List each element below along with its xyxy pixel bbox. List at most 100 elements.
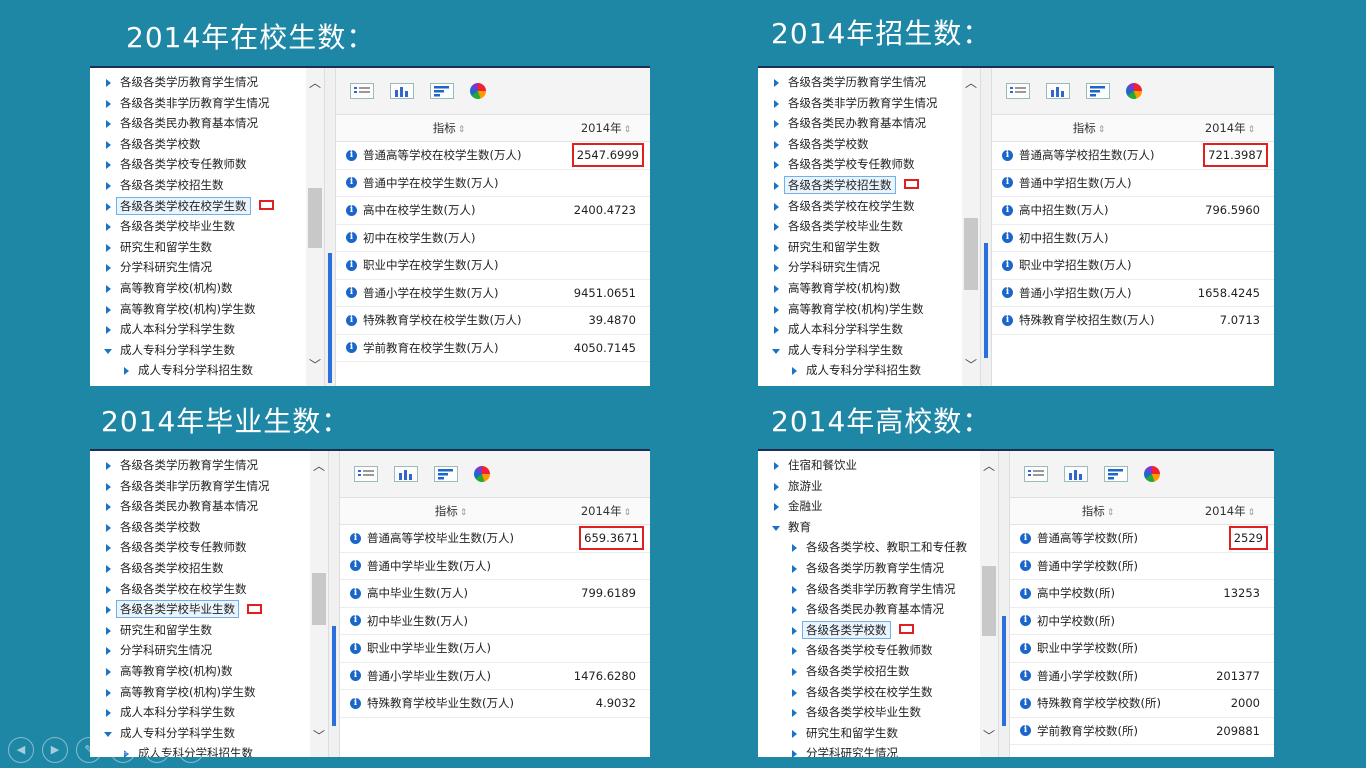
tree-item[interactable]: 研究生和留学生数	[90, 620, 328, 641]
tree-item[interactable]: 金融业	[758, 496, 998, 517]
scroll-up-icon[interactable]: ︿	[313, 460, 325, 472]
expanded-arrow-icon[interactable]	[104, 348, 112, 354]
pie-chart-icon[interactable]	[470, 83, 486, 99]
tree-item[interactable]: 各级各类学校专任教师数	[90, 154, 324, 175]
tree-item[interactable]: 各级各类民办教育基本情况	[758, 113, 980, 134]
tree-item[interactable]: 教育	[758, 517, 998, 538]
collapsed-arrow-icon[interactable]	[106, 161, 111, 170]
collapsed-arrow-icon[interactable]	[106, 585, 111, 594]
tree-item[interactable]: 各级各类非学历教育学生情况	[758, 579, 998, 600]
tree-item-selected[interactable]: 各级各类学校招生数	[758, 175, 980, 196]
tree-item[interactable]: 高等教育学校(机构)学生数	[90, 682, 328, 703]
collapsed-arrow-icon[interactable]	[774, 326, 779, 335]
collapsed-arrow-icon[interactable]	[792, 688, 797, 697]
collapsed-arrow-icon[interactable]	[106, 544, 111, 553]
tree-item[interactable]: 各级各类学校数	[90, 134, 324, 155]
bar-chart-icon[interactable]	[1046, 83, 1070, 99]
tree-item[interactable]: 各级各类学校专任教师数	[90, 537, 328, 558]
info-icon[interactable]: i	[346, 177, 357, 189]
tree-item[interactable]: 各级各类学校专任教师数	[758, 154, 980, 175]
list-view-icon[interactable]	[1024, 466, 1048, 482]
next-slide-icon[interactable]: ▶	[42, 737, 68, 763]
bar-chart-icon[interactable]	[394, 466, 418, 482]
scroll-down-icon[interactable]: ﹀	[983, 730, 995, 742]
tree-item[interactable]: 各级各类学校数	[90, 517, 328, 538]
table-row[interactable]: i 普通高等学校在校学生数(万人) 2547.6999	[336, 142, 650, 170]
tree-item[interactable]: 各级各类学历教育学生情况	[90, 455, 328, 476]
table-row[interactable]: i 职业中学招生数(万人)	[992, 252, 1274, 280]
splitter-handle[interactable]	[984, 243, 988, 358]
tree-item[interactable]: 各级各类学历教育学生情况	[758, 72, 980, 93]
tree-item[interactable]: 成人专科分学科招生数	[90, 360, 324, 381]
collapsed-arrow-icon[interactable]	[774, 503, 779, 512]
sort-icon[interactable]: ⇕	[458, 125, 466, 135]
splitter-handle[interactable]	[332, 626, 336, 726]
tree-scrollbar[interactable]: ︿ ﹀	[980, 451, 998, 757]
collapsed-arrow-icon[interactable]	[792, 606, 797, 615]
info-icon[interactable]: i	[350, 560, 361, 572]
table-row[interactable]: i 高中学校数(所) 13253	[1010, 580, 1274, 608]
tree-item[interactable]: 各级各类学历教育学生情况	[758, 558, 998, 579]
horizontal-bar-icon[interactable]	[1104, 466, 1128, 482]
table-row[interactable]: i 初中在校学生数(万人)	[336, 225, 650, 252]
expanded-arrow-icon[interactable]	[772, 348, 780, 354]
collapsed-arrow-icon[interactable]	[774, 79, 779, 87]
info-icon[interactable]: i	[346, 287, 357, 299]
scroll-down-icon[interactable]: ﹀	[965, 359, 977, 371]
collapsed-arrow-icon[interactable]	[106, 120, 111, 129]
column-header-year[interactable]: 2014年 ⇕	[562, 503, 650, 519]
expanded-arrow-icon[interactable]	[772, 525, 780, 531]
scroll-thumb[interactable]	[312, 573, 326, 625]
collapsed-arrow-icon[interactable]	[106, 667, 111, 676]
tree-item[interactable]: 分学科研究生情况	[758, 743, 998, 757]
collapsed-arrow-icon[interactable]	[774, 99, 779, 108]
table-row[interactable]: i 普通中学毕业生数(万人)	[340, 553, 650, 580]
scroll-thumb[interactable]	[982, 566, 996, 636]
collapsed-arrow-icon[interactable]	[774, 243, 779, 252]
collapsed-arrow-icon[interactable]	[106, 264, 111, 273]
tree-item[interactable]: 各级各类学校、教职工和专任教	[758, 537, 998, 558]
list-view-icon[interactable]	[1006, 83, 1030, 99]
sort-icon[interactable]: ⇕	[1248, 508, 1256, 518]
tree-item[interactable]: 高等教育学校(机构)数	[758, 278, 980, 299]
tree-item[interactable]: 各级各类学校毕业生数	[758, 216, 980, 237]
pane-splitter[interactable]	[980, 68, 992, 386]
collapsed-arrow-icon[interactable]	[792, 667, 797, 676]
collapsed-arrow-icon[interactable]	[792, 647, 797, 656]
collapsed-arrow-icon[interactable]	[106, 284, 111, 293]
tree-item[interactable]: 成人本科分学科学生数	[90, 702, 328, 723]
scroll-up-icon[interactable]: ︿	[309, 77, 321, 89]
info-icon[interactable]: i	[346, 342, 357, 354]
collapsed-arrow-icon[interactable]	[774, 482, 779, 491]
collapsed-arrow-icon[interactable]	[792, 626, 797, 635]
tree-item[interactable]: 成人本科分学科学生数	[758, 319, 980, 340]
collapsed-arrow-icon[interactable]	[774, 140, 779, 149]
table-row[interactable]: i 普通小学学校数(所) 201377	[1010, 663, 1274, 690]
sort-icon[interactable]: ⇕	[1248, 125, 1256, 135]
collapsed-arrow-icon[interactable]	[774, 305, 779, 314]
table-row[interactable]: i 职业中学毕业生数(万人)	[340, 635, 650, 663]
horizontal-bar-icon[interactable]	[430, 83, 454, 99]
pie-chart-icon[interactable]	[1144, 466, 1160, 482]
table-row[interactable]: i 特殊教育学校毕业生数(万人) 4.9032	[340, 690, 650, 718]
zoom-icon[interactable]: ⊕	[144, 737, 170, 763]
info-icon[interactable]: i	[1020, 615, 1031, 627]
tree-item[interactable]: 成人专科分学科招生数	[758, 360, 980, 381]
list-view-icon[interactable]	[350, 83, 374, 99]
info-icon[interactable]: i	[1002, 259, 1013, 271]
more-icon[interactable]: ⋯	[178, 737, 204, 763]
table-row[interactable]: i 高中在校学生数(万人) 2400.4723	[336, 197, 650, 225]
info-icon[interactable]: i	[346, 259, 357, 271]
tree-scrollbar[interactable]: ︿ ﹀	[306, 68, 324, 386]
pen-icon[interactable]: ✎	[76, 737, 102, 763]
tree-item[interactable]: 研究生和留学生数	[758, 237, 980, 258]
tree-item[interactable]: 各级各类民办教育基本情况	[90, 113, 324, 134]
collapsed-arrow-icon[interactable]	[792, 367, 797, 376]
info-icon[interactable]: i	[1020, 697, 1031, 709]
scroll-thumb[interactable]	[964, 218, 978, 290]
tree-item[interactable]: 住宿和餐饮业	[758, 455, 998, 476]
tree-item[interactable]: 高等教育学校(机构)学生数	[758, 299, 980, 320]
collapsed-arrow-icon[interactable]	[792, 709, 797, 718]
info-icon[interactable]: i	[346, 314, 357, 326]
collapsed-arrow-icon[interactable]	[106, 564, 111, 573]
